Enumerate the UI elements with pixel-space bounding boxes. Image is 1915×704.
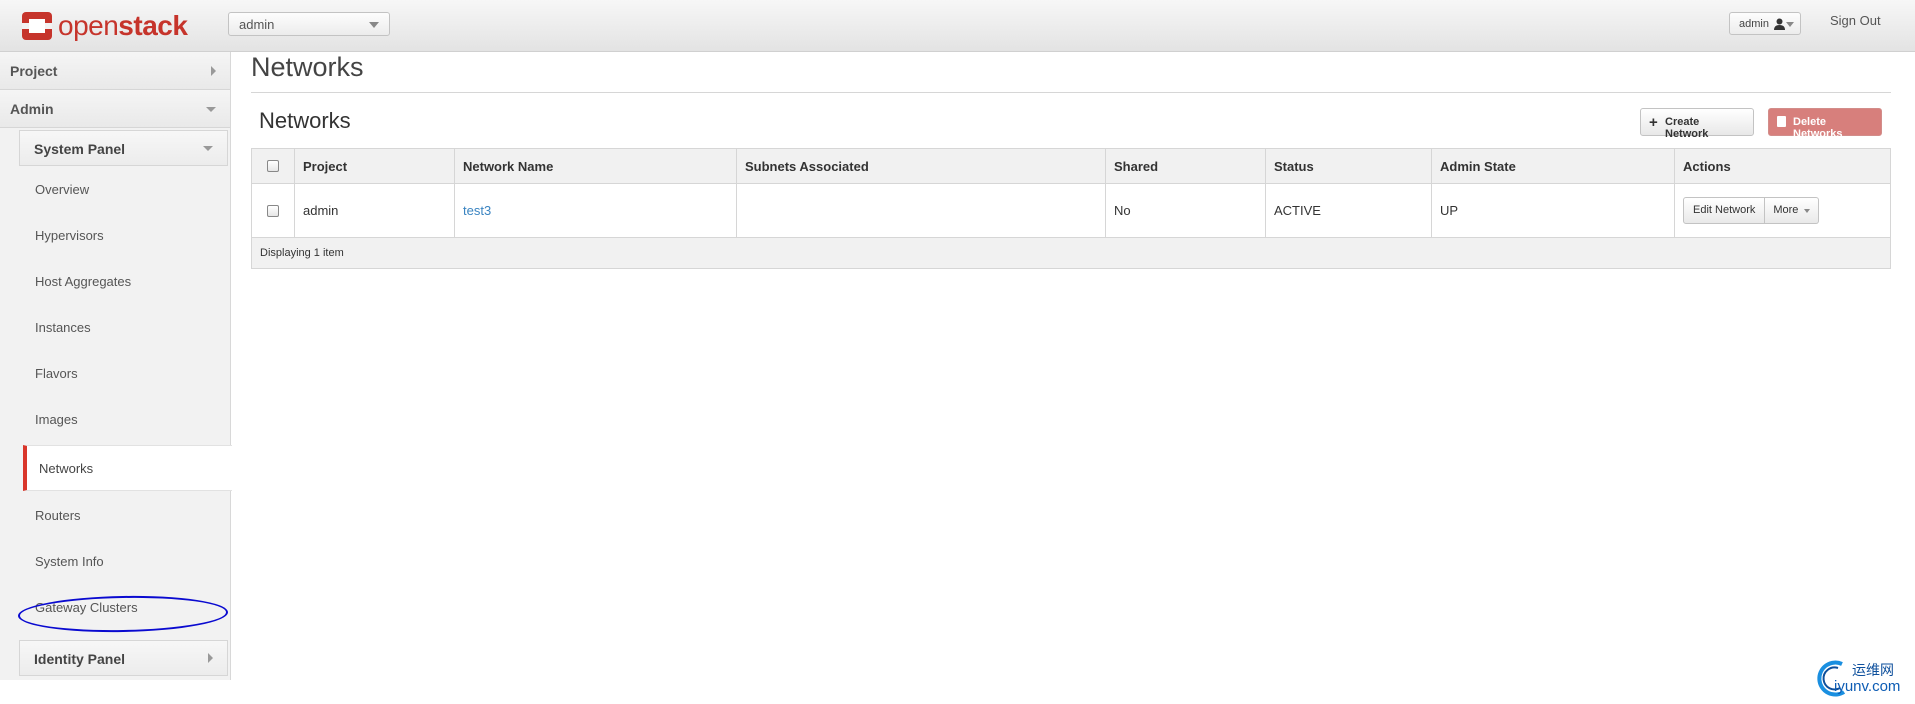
watermark-text-site: iyunv.com bbox=[1834, 678, 1901, 695]
user-menu-label: admin bbox=[1739, 18, 1769, 30]
more-actions-label: More bbox=[1773, 204, 1799, 216]
plus-icon: + bbox=[1649, 114, 1658, 131]
dashboard-admin-label: Admin bbox=[10, 101, 54, 117]
cell-project: admin bbox=[295, 184, 455, 237]
column-header-network-name[interactable]: Network Name bbox=[455, 149, 737, 183]
select-all-cell bbox=[252, 149, 295, 183]
table-row: admin test3 No ACTIVE UP Edit Network Mo… bbox=[252, 184, 1890, 238]
project-selector[interactable]: admin bbox=[228, 12, 390, 36]
openstack-logo[interactable]: openstack bbox=[20, 9, 188, 43]
page-title: Networks bbox=[251, 52, 364, 82]
sidebar-item-routers[interactable]: Routers bbox=[19, 493, 228, 539]
edit-network-button[interactable]: Edit Network bbox=[1683, 197, 1766, 224]
system-panel-nav: Overview Hypervisors Host Aggregates Ins… bbox=[19, 167, 232, 631]
create-network-label: Create Network bbox=[1665, 116, 1709, 140]
table-footer: Displaying 1 item bbox=[252, 238, 1890, 268]
network-name-link[interactable]: test3 bbox=[463, 203, 491, 218]
sidebar-item-overview[interactable]: Overview bbox=[19, 167, 228, 213]
panel-group-system[interactable]: System Panel bbox=[19, 130, 228, 166]
cell-actions: Edit Network More bbox=[1675, 184, 1890, 237]
delete-networks-button[interactable]: Delete Networks bbox=[1768, 108, 1882, 140]
dashboard-project[interactable]: Project bbox=[0, 52, 230, 90]
panel-group-system-label: System Panel bbox=[34, 141, 126, 157]
table-header-row: Project Network Name Subnets Associated … bbox=[252, 149, 1890, 184]
sidebar-item-instances[interactable]: Instances bbox=[19, 305, 228, 351]
delete-networks-label: Delete Networks bbox=[1793, 116, 1843, 140]
cell-status: ACTIVE bbox=[1266, 184, 1432, 237]
chevron-right-icon bbox=[208, 653, 213, 663]
title-divider bbox=[251, 92, 1891, 93]
openstack-logo-icon bbox=[22, 12, 52, 40]
networks-table: Project Network Name Subnets Associated … bbox=[251, 148, 1891, 269]
trash-icon bbox=[1777, 116, 1786, 127]
create-network-button[interactable]: + Create Network bbox=[1640, 108, 1754, 140]
user-menu-button[interactable]: admin bbox=[1729, 12, 1801, 35]
sidebar-item-networks[interactable]: Networks bbox=[23, 445, 232, 491]
cell-network-name: test3 bbox=[455, 184, 737, 237]
sidebar-item-images[interactable]: Images bbox=[19, 397, 228, 443]
panel-group-identity[interactable]: Identity Panel bbox=[19, 640, 228, 676]
row-select-cell bbox=[252, 184, 295, 237]
column-header-admin-state[interactable]: Admin State bbox=[1432, 149, 1675, 183]
chevron-down-icon bbox=[1786, 22, 1794, 27]
logo-text-open: open bbox=[58, 10, 119, 41]
logo-text-stack: stack bbox=[118, 10, 188, 41]
sign-out-link[interactable]: Sign Out bbox=[1830, 13, 1881, 28]
column-header-subnets[interactable]: Subnets Associated bbox=[737, 149, 1106, 183]
sidebar: Project Admin System Panel Overview Hype… bbox=[0, 52, 232, 680]
chevron-down-icon bbox=[203, 146, 213, 151]
logo-text: openstack bbox=[58, 10, 188, 42]
chevron-down-icon bbox=[369, 22, 379, 28]
chevron-down-icon bbox=[206, 107, 216, 112]
dashboard-project-label: Project bbox=[10, 63, 58, 79]
sidebar-item-hypervisors[interactable]: Hypervisors bbox=[19, 213, 228, 259]
select-all-checkbox[interactable] bbox=[267, 160, 279, 172]
column-header-actions: Actions bbox=[1683, 158, 1731, 174]
cell-shared: No bbox=[1106, 184, 1266, 237]
chevron-down-icon bbox=[1804, 209, 1811, 213]
table-title: Networks bbox=[259, 108, 351, 133]
more-actions-button[interactable]: More bbox=[1765, 197, 1820, 224]
watermark-text-cn: 运维网 bbox=[1852, 662, 1894, 678]
project-selector-label: admin bbox=[239, 17, 275, 32]
panel-group-identity-label: Identity Panel bbox=[34, 651, 126, 667]
user-icon bbox=[1774, 18, 1785, 30]
column-header-project[interactable]: Project bbox=[295, 149, 455, 183]
chevron-right-icon bbox=[211, 66, 216, 76]
dashboard-admin[interactable]: Admin bbox=[0, 90, 230, 128]
sidebar-item-host-aggregates[interactable]: Host Aggregates bbox=[19, 259, 228, 305]
sidebar-item-system-info[interactable]: System Info bbox=[19, 539, 228, 585]
column-header-status[interactable]: Status bbox=[1266, 149, 1432, 183]
sidebar-item-flavors[interactable]: Flavors bbox=[19, 351, 228, 397]
top-bar: openstack admin admin Sign Out bbox=[0, 0, 1915, 52]
row-checkbox[interactable] bbox=[267, 204, 279, 217]
column-header-shared[interactable]: Shared bbox=[1106, 149, 1266, 183]
cell-admin-state: UP bbox=[1432, 184, 1675, 237]
cell-subnets bbox=[737, 184, 1106, 237]
